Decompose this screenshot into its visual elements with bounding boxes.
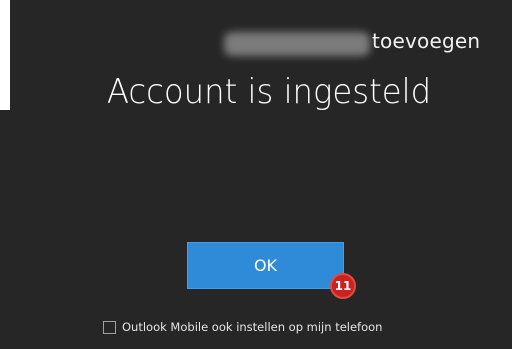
dialog-title-text: Account is ingesteld: [107, 72, 432, 112]
step-number-badge: 11: [330, 273, 356, 299]
setup-mobile-checkbox[interactable]: [103, 320, 116, 334]
dialog-title: Account is ingesteld: [0, 72, 512, 112]
setup-mobile-checkbox-label[interactable]: Outlook Mobile ook instellen op mijn tel…: [122, 320, 382, 334]
setup-mobile-option[interactable]: Outlook Mobile ook instellen op mijn tel…: [103, 318, 382, 336]
add-account-label: toevoegen: [372, 29, 481, 53]
ok-button[interactable]: OK: [187, 242, 344, 289]
blurred-email-address: [224, 32, 370, 56]
